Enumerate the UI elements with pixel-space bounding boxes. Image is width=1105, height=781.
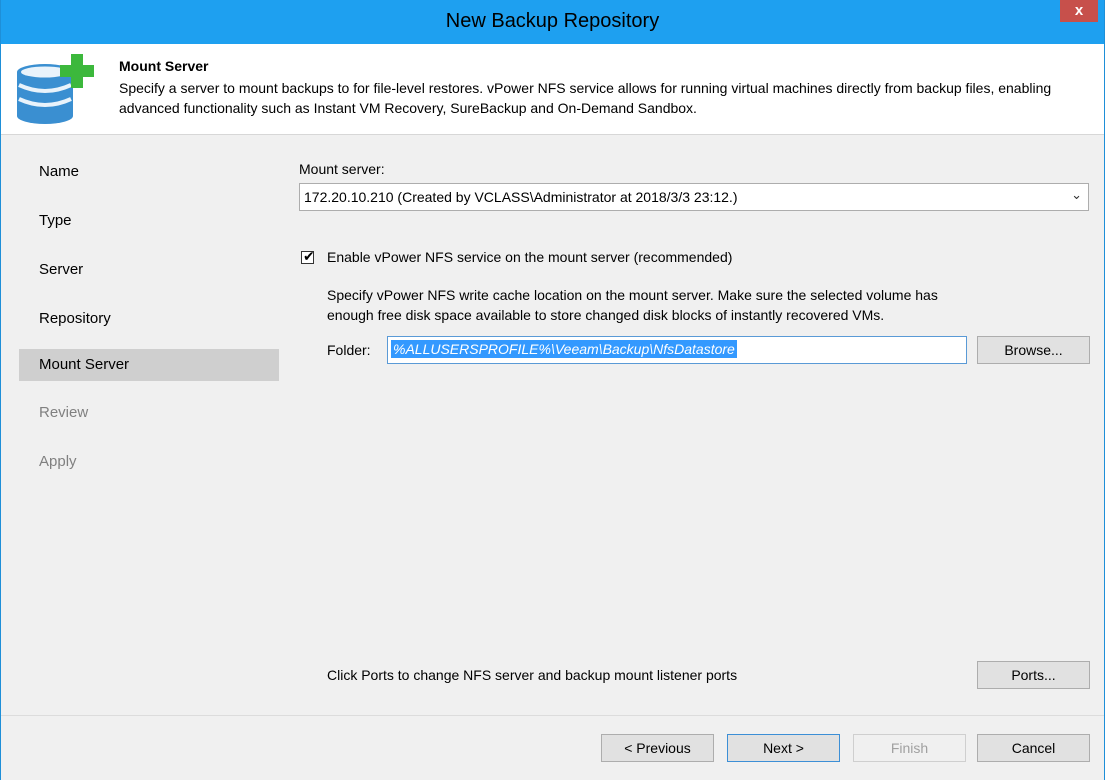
browse-button[interactable]: Browse... [977, 336, 1090, 364]
step-title: Mount Server [119, 58, 209, 74]
window-title: New Backup Repository [445, 10, 660, 32]
folder-input[interactable]: %ALLUSERSPROFILE%\Veeam\Backup\NfsDatast… [387, 336, 967, 364]
chevron-down-icon: ⌄ [1071, 187, 1082, 202]
mount-server-label: Mount server: [299, 161, 385, 177]
sidebar-item-name[interactable]: Name [19, 156, 277, 188]
sidebar-item-apply: Apply [19, 446, 277, 478]
sidebar-item-label: Apply [39, 453, 77, 470]
title-bar: New Backup Repository x [1, 0, 1104, 44]
mount-server-select[interactable]: 172.20.10.210 (Created by VCLASS\Adminis… [299, 183, 1089, 211]
cache-description-line1: Specify vPower NFS write cache location … [327, 287, 938, 303]
new-backup-repository-dialog: New Backup Repository x Mount Server Spe… [0, 0, 1105, 780]
finish-button: Finish [853, 734, 966, 762]
ports-description: Click Ports to change NFS server and bac… [327, 667, 738, 683]
sidebar-item-repository[interactable]: Repository [19, 303, 277, 335]
step-description: Specify a server to mount backups to for… [119, 80, 1052, 116]
sidebar-item-label: Name [39, 163, 80, 180]
cache-description-line2: enough free disk space available to stor… [327, 307, 885, 323]
sidebar-item-mount-server[interactable]: Mount Server [19, 349, 279, 381]
checkmark-icon: ✔ [303, 248, 315, 264]
previous-button[interactable]: < Previous [601, 734, 714, 762]
wizard-footer: < Previous Next > Finish Cancel [1, 715, 1104, 780]
sidebar-item-label: Review [39, 404, 89, 421]
wizard-sidebar: Name Type Server Repository Mount Server… [1, 135, 279, 715]
close-button[interactable]: x [1060, 0, 1098, 22]
sidebar-item-server[interactable]: Server [19, 254, 277, 286]
step-header: Mount Server Specify a server to mount b… [1, 44, 1104, 135]
main-content: Mount server: 172.20.10.210 (Created by … [279, 135, 1104, 715]
sidebar-item-type[interactable]: Type [19, 205, 277, 237]
ports-button[interactable]: Ports... [977, 661, 1090, 689]
mount-server-value: 172.20.10.210 (Created by VCLASS\Adminis… [304, 189, 738, 205]
nfs-service-checkbox[interactable]: ✔ [301, 248, 315, 264]
next-button[interactable]: Next > [727, 734, 840, 762]
folder-label: Folder: [327, 342, 371, 358]
sidebar-item-label: Server [39, 261, 84, 278]
folder-value: %ALLUSERSPROFILE%\Veeam\Backup\NfsDatast… [391, 340, 737, 358]
nfs-service-label: Enable vPower NFS service on the mount s… [327, 249, 733, 265]
sidebar-item-label: Mount Server [39, 356, 130, 373]
sidebar-item-review: Review [19, 397, 277, 429]
cancel-button[interactable]: Cancel [977, 734, 1090, 762]
sidebar-item-label: Type [39, 212, 72, 229]
database-add-icon [15, 54, 105, 126]
sidebar-item-label: Repository [39, 310, 111, 327]
